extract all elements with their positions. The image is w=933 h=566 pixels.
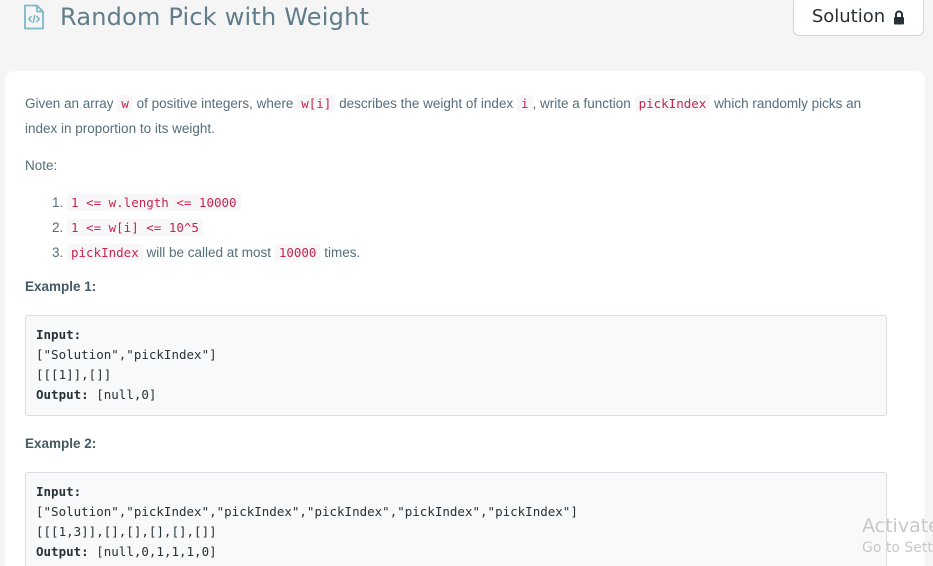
inline-code: pickIndex (634, 95, 711, 112)
lock-icon (893, 9, 905, 24)
activation-watermark: Activate Go to Setti (862, 514, 933, 558)
inline-code: 1 <= w[i] <= 10^5 (67, 219, 203, 236)
watermark-line2: Go to Setti (862, 540, 933, 556)
input-label: Input: (36, 327, 82, 342)
input-line: [[[1]],[]] (36, 367, 112, 382)
constraints-list: 1 <= w.length <= 10000 1 <= w[i] <= 10^5… (25, 190, 887, 265)
input-line: ["Solution","pickIndex","pickIndex","pic… (36, 504, 578, 519)
statement-text: , write a function (532, 96, 631, 111)
inline-code: 1 <= w.length <= 10000 (67, 194, 241, 211)
input-line: [[[1,3]],[],[],[],[],[]] (36, 524, 217, 539)
constraint-item: pickIndex will be called at most 10000 t… (67, 240, 887, 265)
solution-button[interactable]: Solution (793, 0, 924, 36)
constraint-text: times. (324, 245, 361, 260)
watermark-line1: Activate (862, 515, 933, 537)
statement-text: describes the weight of index (339, 96, 514, 111)
description-card: Given an array w of positive integers, w… (5, 71, 925, 566)
statement-text: Given an array (25, 96, 114, 111)
inline-code: 10000 (274, 244, 321, 261)
input-line: ["Solution","pickIndex"] (36, 347, 217, 362)
inline-code: i (516, 95, 533, 112)
note-label: Note: (25, 158, 58, 173)
solution-button-label: Solution (811, 5, 886, 27)
problem-statement: Given an array w of positive integers, w… (25, 91, 887, 141)
input-label: Input: (36, 484, 82, 499)
constraint-item: 1 <= w.length <= 10000 (67, 190, 887, 215)
page-title: Random Pick with Weight (60, 3, 370, 31)
inline-code: pickIndex (67, 244, 143, 261)
example-2-title: Example 2: (25, 436, 97, 451)
problem-header: Random Pick with Weight Solution (0, 0, 933, 60)
inline-code: w[i] (297, 95, 336, 112)
inline-code: w (117, 95, 133, 112)
example-1-block: Input: ["Solution","pickIndex"] [[[1]],[… (25, 315, 887, 416)
example-2-block: Input: ["Solution","pickIndex","pickInde… (25, 472, 887, 566)
code-document-icon (22, 4, 46, 30)
output-value: [null,0] (96, 387, 157, 402)
problem-description: Given an array w of positive integers, w… (25, 91, 887, 566)
statement-text: of positive integers, where (136, 96, 294, 111)
example-1-title: Example 1: (25, 279, 97, 294)
output-label: Output: (36, 544, 89, 559)
title-wrap: Random Pick with Weight (22, 3, 369, 31)
constraint-item: 1 <= w[i] <= 10^5 (67, 215, 887, 240)
constraint-text: will be called at most (146, 245, 272, 260)
output-label: Output: (36, 387, 89, 402)
output-value: [null,0,1,1,1,0] (96, 544, 217, 559)
